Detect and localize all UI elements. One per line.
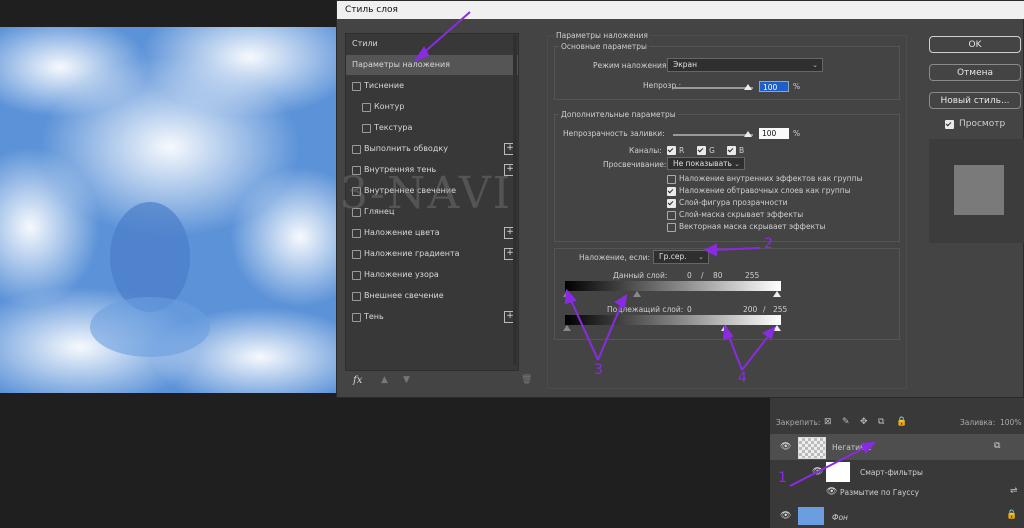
annotation-2: 2 [764,236,773,252]
annotation-4: 4 [738,370,747,386]
annotation-3: 3 [594,362,603,378]
annotation-overlay [413,11,877,487]
annotation-1: 1 [778,470,787,486]
